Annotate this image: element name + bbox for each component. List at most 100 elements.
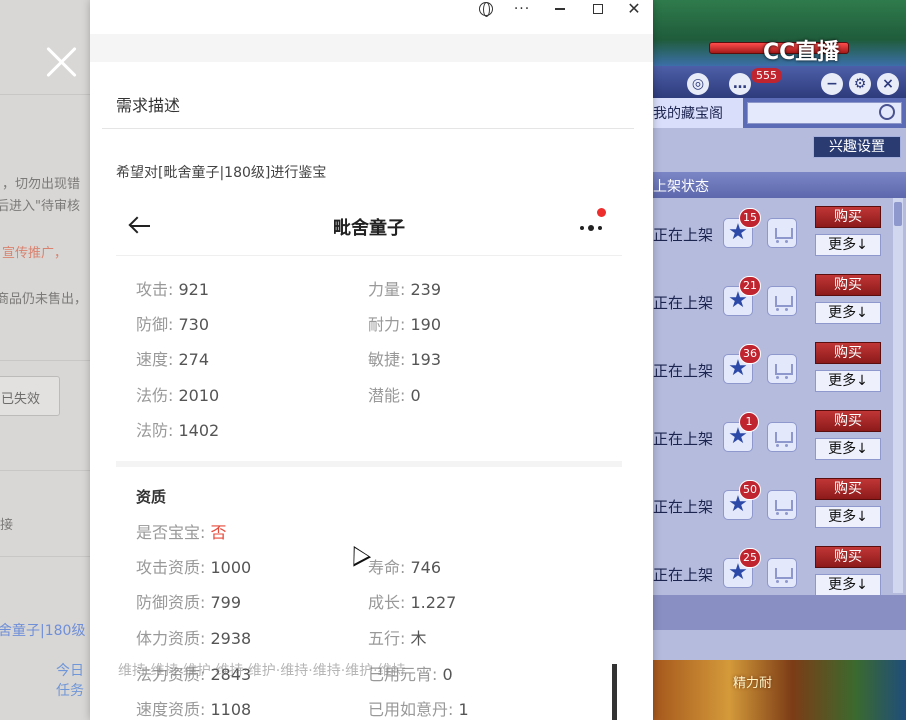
stat-endurance: 耐力: 190: [368, 315, 442, 334]
scrollbar[interactable]: [612, 664, 617, 720]
more-button[interactable]: 更多↓: [815, 302, 881, 324]
favorite-count-badge: 21: [739, 276, 761, 296]
message-count-badge: 555: [751, 68, 782, 83]
danmaku-overlay: 维持·维持·维护·维持·维护·维持·维持·维护·维持: [118, 663, 406, 679]
buy-button[interactable]: 购买: [815, 478, 881, 500]
stat-magic-damage: 法伤: 2010: [136, 386, 220, 405]
close-icon[interactable]: [44, 44, 80, 80]
list-item: 正在上架 ★ 50 购买 更多↓: [653, 472, 893, 540]
list-item: 正在上架 ★ 1 购买 更多↓: [653, 404, 893, 472]
listing-status: 正在上架: [653, 430, 714, 448]
list-item: 正在上架 ★ 21 购买 更多↓: [653, 268, 893, 336]
more-menu-icon[interactable]: [578, 208, 608, 238]
globe-icon[interactable]: [468, 0, 504, 20]
buy-button[interactable]: 购买: [815, 274, 881, 296]
notification-dot: [597, 208, 606, 217]
more-options-icon[interactable]: ···: [504, 0, 540, 20]
notice-text-2: 后进入"待审核: [0, 199, 80, 214]
stat-attack: 攻击: 921: [136, 280, 210, 299]
quality-defense: 防御资质: 799: [136, 593, 242, 612]
listing-status: 正在上架: [653, 226, 714, 244]
chat-icon[interactable]: …: [729, 73, 751, 95]
scrollbar[interactable]: [893, 198, 903, 593]
cart-icon[interactable]: [767, 558, 797, 588]
divider: [0, 360, 90, 361]
request-description: 希望对[毗舍童子|180级]进行鉴宝: [116, 165, 327, 181]
more-button[interactable]: 更多↓: [815, 234, 881, 256]
target-icon[interactable]: ◎: [687, 73, 709, 95]
minimize-button[interactable]: [542, 0, 578, 20]
favorite-count-badge: 15: [739, 208, 761, 228]
pet-detail-header: 毗舍童子: [116, 198, 622, 256]
notice-text-4: 商品仍未售出，: [0, 292, 88, 307]
close-window-button[interactable]: ✕: [616, 0, 652, 20]
today-task-link[interactable]: 今日任务: [56, 660, 90, 700]
item-link[interactable]: 舍童子|180级: [0, 620, 85, 640]
quality-speed: 速度资质: 1108: [136, 700, 252, 719]
cart-icon[interactable]: [767, 218, 797, 248]
list-item: 正在上架 ★ 36 购买 更多↓: [653, 336, 893, 404]
buy-button[interactable]: 购买: [815, 546, 881, 568]
quality-used-ruyidan: 已用如意丹: 1: [368, 700, 469, 719]
stat-agility: 敏捷: 193: [368, 350, 442, 369]
search-icon[interactable]: [879, 104, 895, 120]
favorite-count-badge: 50: [739, 480, 761, 500]
cart-icon[interactable]: [767, 354, 797, 384]
quality-section-title: 资质: [136, 488, 167, 506]
stat-magic-defense: 法防: 1402: [136, 421, 220, 440]
detail-window: ··· ✕ 需求描述 希望对[毗舍童子|180级]进行鉴宝 毗舍童子 ·····…: [90, 0, 653, 720]
settings-icon[interactable]: ⚙: [849, 73, 871, 95]
quality-lifespan: 寿命: 746: [368, 558, 442, 577]
cart-icon[interactable]: [767, 490, 797, 520]
header-strip: [90, 34, 653, 62]
quality-element: 五行: 木: [368, 629, 427, 648]
notice-text-3: 宣传推广，: [2, 246, 68, 261]
more-button[interactable]: 更多↓: [815, 574, 881, 596]
cc-live-logo: CC直播: [763, 40, 840, 65]
maximize-button[interactable]: [580, 0, 616, 20]
favorite-count-badge: 1: [739, 412, 759, 432]
game-bottom-bar: [653, 595, 906, 630]
listing-status: 正在上架: [653, 294, 714, 312]
expired-button[interactable]: 已失效: [0, 376, 60, 416]
minimize-icon[interactable]: −: [821, 73, 843, 95]
close-icon[interactable]: ×: [877, 73, 899, 95]
cart-icon[interactable]: [767, 422, 797, 452]
is-baby-row: 是否宝宝: 否: [136, 523, 227, 542]
listing-status: 正在上架: [653, 362, 714, 380]
background-page: ，切勿出现错 后进入"待审核 宣传推广， 商品仍未售出， 已失效 接 舍童子|1…: [0, 0, 90, 720]
more-button[interactable]: 更多↓: [815, 506, 881, 528]
quality-attack: 攻击资质: 1000: [136, 558, 252, 577]
buy-button[interactable]: 购买: [815, 342, 881, 364]
quality-growth: 成长: 1.227: [368, 593, 457, 612]
window-titlebar: ··· ✕: [90, 0, 653, 34]
stat-speed: 速度: 274: [136, 350, 210, 369]
list-item: 正在上架 ★ 15 购买 更多↓: [653, 200, 893, 268]
more-button[interactable]: 更多↓: [815, 438, 881, 460]
section-divider: [116, 461, 622, 467]
pet-name-title: 毗舍童子: [333, 218, 405, 239]
divider: [0, 556, 90, 557]
favorite-count-badge: 25: [739, 548, 761, 568]
game-window: CC直播 ◎ … 555 − ⚙ × 我的藏宝阁 兴趣设置 上架状态 正在上架 …: [653, 0, 906, 720]
listing-status: 正在上架: [653, 498, 714, 516]
favorite-count-badge: 36: [739, 344, 761, 364]
game-scene: [653, 660, 906, 720]
interest-settings-button[interactable]: 兴趣设置: [813, 136, 901, 158]
status-column-header: 上架状态: [653, 172, 906, 198]
divider: [102, 128, 634, 129]
stat-strength: 力量: 239: [368, 280, 442, 299]
cart-icon[interactable]: [767, 286, 797, 316]
stat-defense: 防御: 730: [136, 315, 210, 334]
divider: [0, 94, 90, 95]
stat-potential: 潜能: 0: [368, 386, 421, 405]
pet-detail-view: 毗舍童子 ······· 攻击: 921 力量: 239 防御: 730 耐力:…: [116, 198, 622, 720]
tab-my-treasure[interactable]: 我的藏宝阁: [653, 98, 743, 128]
section-title: 需求描述: [116, 96, 181, 115]
scene-label: 精力耐: [733, 676, 773, 691]
buy-button[interactable]: 购买: [815, 410, 881, 432]
divider: [0, 470, 90, 471]
more-button[interactable]: 更多↓: [815, 370, 881, 392]
buy-button[interactable]: 购买: [815, 206, 881, 228]
notice-text-1: ，切勿出现错: [2, 177, 81, 192]
